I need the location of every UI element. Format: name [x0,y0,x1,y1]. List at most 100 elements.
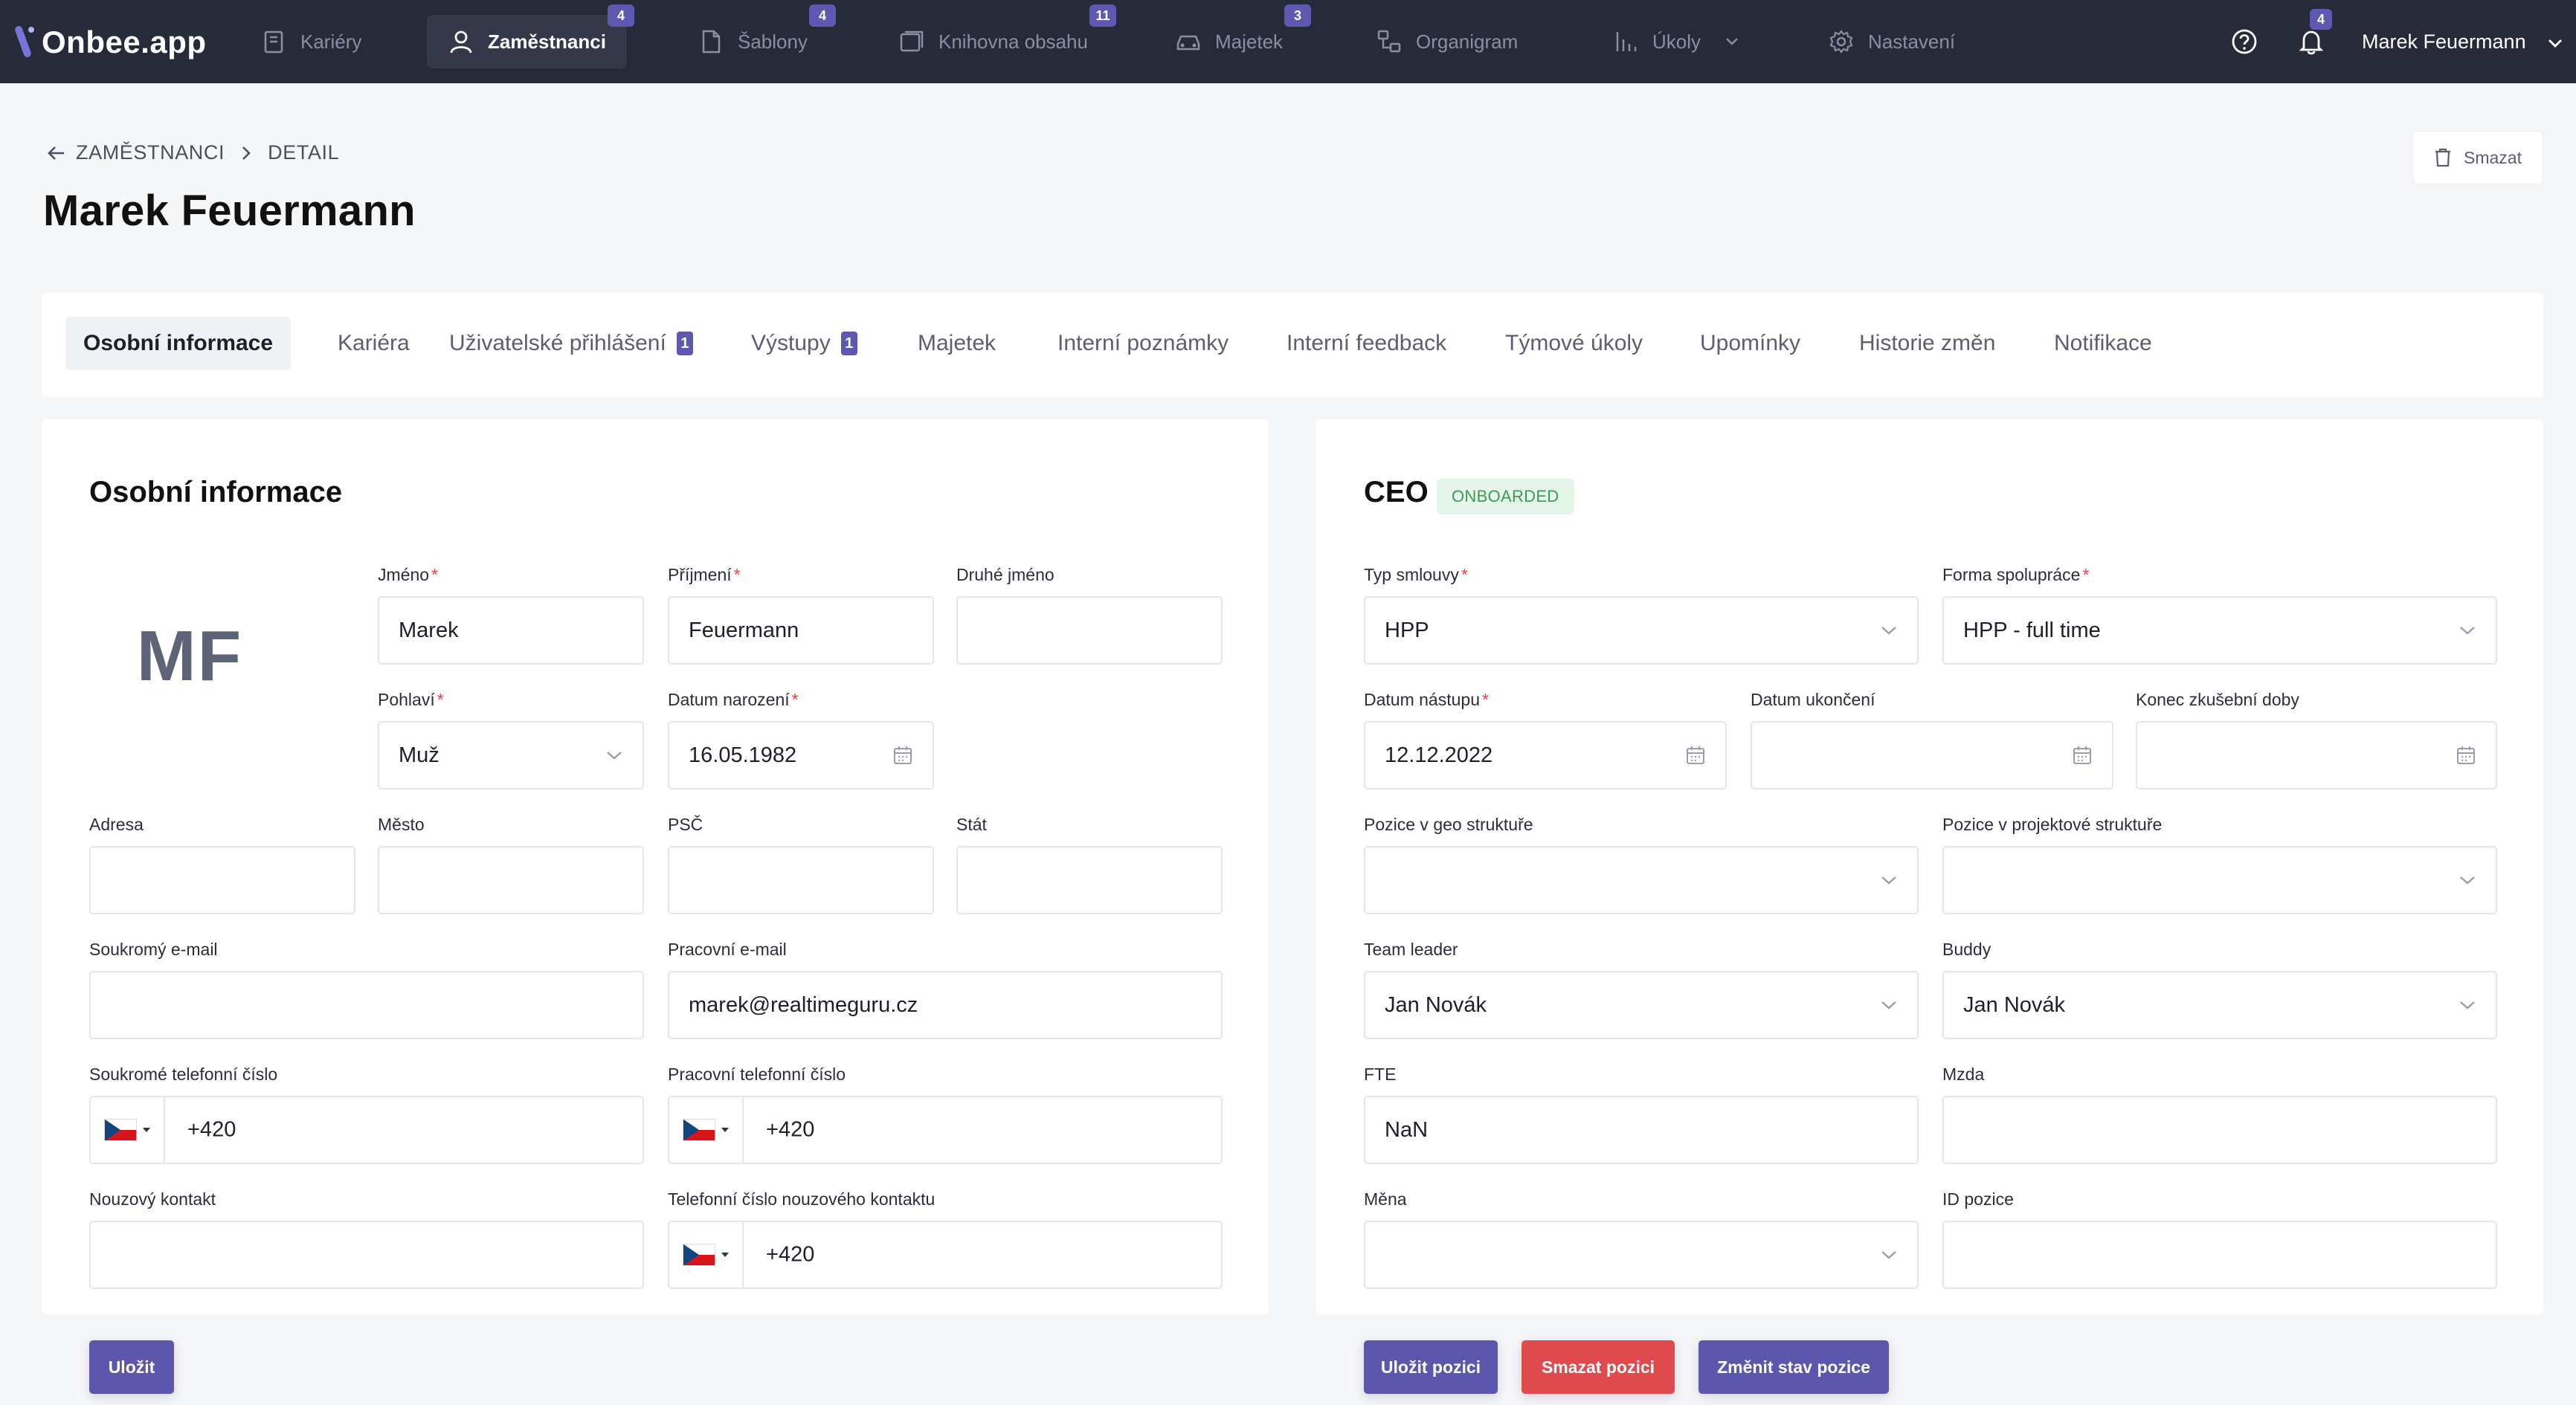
tab-uzivatelske-prihlaseni[interactable]: Uživatelské přihlášení 1 [431,317,711,370]
nav-item-kariery[interactable]: Kariéry [239,15,382,68]
country-code-select[interactable] [91,1097,165,1163]
salary-field[interactable] [1942,1096,2497,1164]
change-position-status-button[interactable]: Změnit stav pozice [1698,1340,1889,1394]
cooperation-form-select[interactable]: HPP - full time [1942,596,2497,665]
personal-info-card: Osobní informace MF Jméno * Marek Příjmen… [42,419,1269,1314]
fte-field[interactable]: NaN [1364,1096,1919,1164]
app-logo[interactable]: Onbee.app [16,16,207,65]
geo-position-select[interactable] [1364,846,1919,914]
avatar[interactable]: MF [89,556,290,757]
probation-end-field[interactable] [2136,721,2497,789]
nav-label: Šablony [738,30,808,53]
arrow-left-icon[interactable] [46,145,65,161]
country-field[interactable] [956,846,1223,914]
tab-historie-zmen[interactable]: Historie změn [1841,317,2013,370]
country-code-select[interactable] [669,1222,744,1288]
middle-name-field[interactable] [956,596,1223,665]
contract-type-label: Typ smlouvy * [1364,565,1468,584]
work-phone-field[interactable]: +420 [668,1096,1223,1164]
nav-item-knihovna-obsahu[interactable]: Knihovna obsahu 11 [878,4,1116,68]
notifications-badge: 4 [2310,9,2332,30]
calendar-icon[interactable] [1685,745,1706,766]
private-email-field[interactable] [89,971,644,1039]
tab-kariera[interactable]: Kariéra [320,317,428,370]
birth-date-field[interactable]: 16.05.1982 [668,721,934,789]
chevron-down-icon [1880,875,1898,885]
emergency-contact-field[interactable] [89,1221,644,1289]
gear-icon [1828,28,1855,55]
top-navigation: Onbee.app Kariéry Zaměstnanci 4 Šablony … [0,0,2576,83]
delete-employee-button[interactable]: Smazat [2412,131,2543,184]
page-title: Marek Feuermann [43,187,416,235]
salary-label: Mzda [1942,1065,1985,1084]
chevron-down-icon [1719,28,1745,55]
start-date-label: Datum nástupu * [1364,690,1489,709]
chevron-down-icon [605,750,623,760]
nav-item-nastaveni[interactable]: Nastavení [1807,15,1976,68]
zip-field[interactable] [668,846,934,914]
gender-select[interactable]: Muž [378,721,644,789]
buddy-select[interactable]: Jan Novák [1942,971,2497,1039]
last-name-field[interactable]: Feuermann [668,596,934,665]
help-icon[interactable] [2229,27,2259,56]
nav-label: Knihovna obsahu [938,30,1088,53]
tab-label: Historie změn [1859,331,1996,355]
project-position-select[interactable] [1942,846,2497,914]
end-date-field[interactable] [1751,721,2113,789]
birth-date-label: Datum narození * [668,690,799,709]
save-button[interactable]: Uložit [89,1340,174,1394]
city-field[interactable] [378,846,644,914]
bell-icon[interactable]: 4 [2296,9,2332,56]
nav-item-zamestnanci[interactable]: Zaměstnanci 4 [427,4,634,68]
chevron-down-icon [2547,30,2563,54]
library-icon [898,28,925,55]
start-date-field[interactable]: 12.12.2022 [1364,721,1727,789]
car-icon [1175,28,1202,55]
save-position-button[interactable]: Uložit pozici [1364,1340,1498,1394]
chevron-down-icon [1880,1250,1898,1260]
calendar-icon[interactable] [2456,745,2476,766]
nav-item-organigram[interactable]: Organigram [1355,15,1539,68]
tab-tymove-ukoly[interactable]: Týmové úkoly [1487,317,1661,370]
tab-interni-poznamky[interactable]: Interní poznámky [1040,317,1246,370]
contract-type-select[interactable]: HPP [1364,596,1919,665]
calendar-icon[interactable] [2072,745,2093,766]
position-id-field[interactable] [1942,1221,2497,1289]
currency-select[interactable] [1364,1221,1919,1289]
nav-item-sablony[interactable]: Šablony 4 [677,4,836,68]
delete-position-button[interactable]: Smazat pozici [1522,1340,1675,1394]
chevron-down-icon [2459,625,2476,636]
chevron-down-icon [2459,1000,2476,1010]
buddy-label: Buddy [1942,940,1991,959]
user-menu[interactable]: Marek Feuermann [2362,27,2563,56]
nav-label: Kariéry [300,30,362,53]
address-field[interactable] [89,846,355,914]
currency-label: Měna [1364,1189,1407,1209]
tab-notifikace[interactable]: Notifikace [2036,317,2170,370]
last-name-label: Příjmení * [668,565,741,584]
team-leader-select[interactable]: Jan Novák [1364,971,1919,1039]
tab-majetek[interactable]: Majetek [900,317,1014,370]
emergency-phone-field[interactable]: +420 [668,1221,1223,1289]
tab-osobni-informace[interactable]: Osobní informace [65,317,292,370]
chevron-down-icon [1880,1000,1898,1010]
tab-interni-feedback[interactable]: Interní feedback [1269,317,1464,370]
private-phone-label: Soukromé telefonní číslo [89,1065,278,1084]
private-phone-field[interactable]: +420 [89,1096,644,1164]
nav-item-ukoly[interactable]: Úkoly [1591,15,1766,68]
trash-icon [2434,148,2452,167]
breadcrumb-item-zamestnanci[interactable]: ZAMĚSTNANCI [76,141,225,164]
work-email-field[interactable]: marek@realtimeguru.cz [668,971,1223,1039]
address-label: Adresa [89,815,144,834]
calendar-icon[interactable] [892,745,913,766]
tab-badge: 1 [840,332,857,355]
first-name-field[interactable]: Marek [378,596,644,665]
nav-item-majetek[interactable]: Majetek 3 [1154,4,1312,68]
zip-label: PSČ [668,815,703,834]
tab-vystupy[interactable]: Výstupy 1 [733,317,875,370]
country-code-select[interactable] [669,1097,744,1163]
delete-label: Smazat [2464,147,2522,167]
emergency-contact-label: Nouzový kontakt [89,1189,216,1209]
tab-upominky[interactable]: Upomínky [1682,317,1818,370]
personal-info-title: Osobní informace [89,476,343,508]
